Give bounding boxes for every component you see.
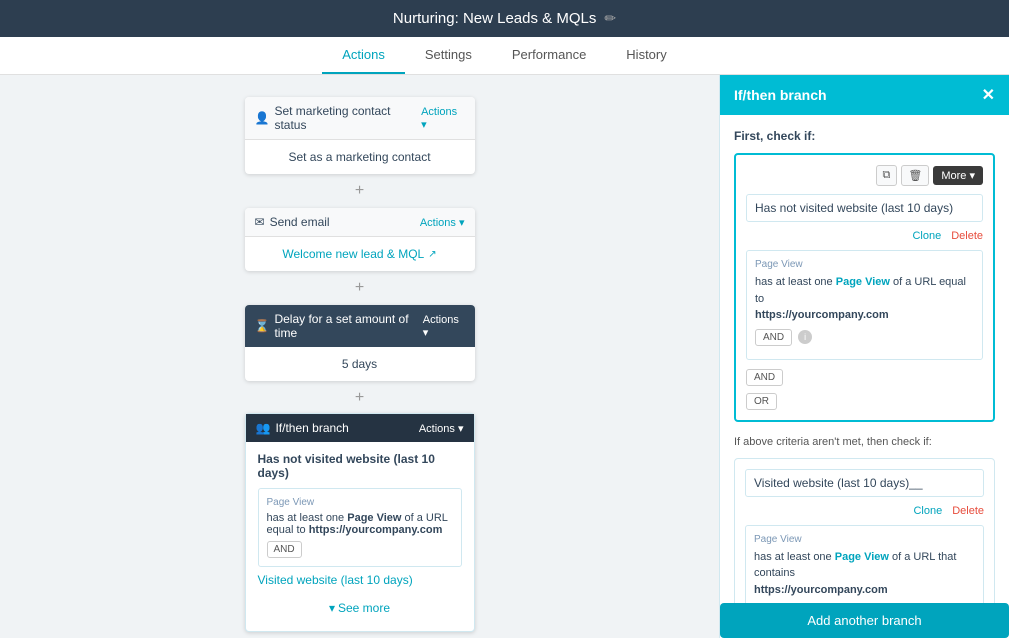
node-delay-body: 5 days xyxy=(245,347,475,381)
branch1-name-input[interactable] xyxy=(746,194,983,222)
branch1-clone-link[interactable]: Clone xyxy=(912,230,941,242)
tab-actions[interactable]: Actions xyxy=(322,37,405,74)
branch1-criteria-text: has at least one Page View of a URL equa… xyxy=(267,512,453,536)
branch2-panel-url: https://yourcompany.com xyxy=(754,584,888,596)
branch1-delete-link[interactable]: Delete xyxy=(951,230,983,242)
node-set-marketing: 👤 Set marketing contact status Actions ▾… xyxy=(245,97,475,174)
app-header: Nurturing: New Leads & MQLs ✏ xyxy=(0,0,1009,37)
node-delay: ⌛ Delay for a set amount of time Actions… xyxy=(245,305,475,381)
second-check-label: If above criteria aren't met, then check… xyxy=(734,436,995,448)
branch1-panel-card: ⧉ 🗑 More ▾ Clone Delete Page View has at… xyxy=(734,153,995,422)
main-layout: 👤 Set marketing contact status Actions ▾… xyxy=(0,75,1009,638)
branch1-and-row: AND i xyxy=(755,329,974,346)
node-set-marketing-body: Set as a marketing contact xyxy=(245,140,475,174)
branch1-url-strong: https://yourcompany.com xyxy=(309,524,443,536)
branch1-criteria-box: Page View has at least one Page View of … xyxy=(258,488,462,567)
node-ifthen-label: If/then branch xyxy=(275,421,348,435)
branch2-clone-delete: Clone Delete xyxy=(745,505,984,517)
branch1-panel-pageview-link[interactable]: Page View xyxy=(836,276,890,288)
branch2-panel-criteria-text: has at least one Page View of a URL that… xyxy=(754,549,975,599)
branch1-panel-url: https://yourcompany.com xyxy=(755,309,889,321)
email-icon: ✉ xyxy=(255,215,265,229)
external-link-icon: ↗ xyxy=(428,249,436,260)
tab-performance[interactable]: Performance xyxy=(492,37,606,74)
branch1-clone-delete: Clone Delete xyxy=(746,230,983,242)
node-send-email: ✉ Send email Actions ▾ Welcome new lead … xyxy=(245,208,475,271)
node-delay-wrapper: ⌛ Delay for a set amount of time Actions… xyxy=(245,303,475,413)
node-delay-actions[interactable]: Actions ▾ xyxy=(423,314,465,339)
node-set-marketing-actions[interactable]: Actions ▾ xyxy=(421,106,464,131)
tab-bar: Actions Settings Performance History xyxy=(0,37,1009,75)
branch1-criteria-label: Page View xyxy=(267,497,453,508)
branch1-or-btn[interactable]: OR xyxy=(746,393,777,410)
right-panel: If/then branch ✕ First, check if: ⧉ 🗑 Mo… xyxy=(719,75,1009,638)
node-delay-header: ⌛ Delay for a set amount of time Actions… xyxy=(245,305,475,347)
branch2-panel-pageview-link[interactable]: Page View xyxy=(835,551,889,563)
node-send-email-wrapper: ✉ Send email Actions ▾ Welcome new lead … xyxy=(245,206,475,303)
hourglass-icon: ⌛ xyxy=(255,319,270,333)
branch1-copy-button[interactable]: ⧉ xyxy=(876,165,898,186)
node-send-email-header: ✉ Send email Actions ▾ xyxy=(245,208,475,237)
panel-header: If/then branch ✕ xyxy=(720,75,1009,115)
plus-connector-1[interactable]: + xyxy=(350,176,370,206)
branch2-delete-link[interactable]: Delete xyxy=(952,505,984,517)
node-ifthen-actions[interactable]: Actions ▾ xyxy=(419,422,464,435)
branch1-add-and-btn[interactable]: AND xyxy=(746,369,783,386)
node-send-email-body: Welcome new lead & MQL ↗ xyxy=(245,237,475,271)
panel-body: First, check if: ⧉ 🗑 More ▾ Clone Delete… xyxy=(720,115,1009,603)
tab-settings[interactable]: Settings xyxy=(405,37,492,74)
first-check-label: First, check if: xyxy=(734,129,995,143)
person-icon: 👤 xyxy=(255,111,270,125)
branch2-panel-criteria-label: Page View xyxy=(754,534,975,545)
plus-connector-3[interactable]: + xyxy=(350,383,370,413)
branch1-delete-button[interactable]: 🗑 xyxy=(901,165,929,186)
branch2-criteria-card: Page View has at least one Page View of … xyxy=(745,525,984,604)
branch2-name-input[interactable] xyxy=(745,469,984,497)
branch1-info-icon[interactable]: i xyxy=(798,330,812,344)
branch1-panel-criteria-text: has at least one Page View of a URL equa… xyxy=(755,274,974,324)
node-set-marketing-header: 👤 Set marketing contact status Actions ▾ xyxy=(245,97,475,140)
node-set-marketing-label: Set marketing contact status xyxy=(274,104,421,132)
branch1-and-btn[interactable]: AND xyxy=(267,541,302,558)
branch1-criteria-card: Page View has at least one Page View of … xyxy=(746,250,983,360)
branch1-pageview-strong: Page View xyxy=(347,512,401,524)
node-ifthen-wrapper: 👥 If/then branch Actions ▾ Has not visit… xyxy=(245,413,475,632)
node-delay-label: Delay for a set amount of time xyxy=(274,312,422,340)
branch1-panel-criteria-label: Page View xyxy=(755,259,974,270)
edit-icon[interactable]: ✏ xyxy=(604,10,616,27)
node-ifthen-content: Has not visited website (last 10 days) P… xyxy=(246,442,474,631)
node-send-email-label: Send email xyxy=(270,215,330,229)
branch2-clone-link[interactable]: Clone xyxy=(913,505,942,517)
branch2-panel-card: Clone Delete Page View has at least one … xyxy=(734,458,995,604)
branch2-title: Visited website (last 10 days) xyxy=(258,573,462,587)
node-send-email-actions[interactable]: Actions ▾ xyxy=(420,216,465,229)
add-branch-button[interactable]: Add another branch xyxy=(720,603,1009,638)
node-ifthen-header: 👥 If/then branch Actions ▾ xyxy=(246,414,474,442)
panel-title: If/then branch xyxy=(734,87,827,103)
branch1-more-button[interactable]: More ▾ xyxy=(933,166,983,185)
panel-close-button[interactable]: ✕ xyxy=(982,85,995,105)
chevron-down-icon: ▾ xyxy=(329,601,335,615)
node-set-marketing-wrapper: 👤 Set marketing contact status Actions ▾… xyxy=(245,95,475,206)
workflow-title: Nurturing: New Leads & MQLs xyxy=(393,10,596,27)
see-more-btn[interactable]: ▾ See more xyxy=(258,595,462,621)
workflow-canvas: 👤 Set marketing contact status Actions ▾… xyxy=(0,75,719,638)
branch1-and-tag[interactable]: AND xyxy=(755,329,792,346)
email-template-link[interactable]: Welcome new lead & MQL ↗ xyxy=(257,247,463,261)
tab-history[interactable]: History xyxy=(606,37,686,74)
branch1-tools: ⧉ 🗑 More ▾ xyxy=(746,165,983,186)
branch-icon: 👥 xyxy=(256,421,271,435)
branch1-title: Has not visited website (last 10 days) xyxy=(258,452,462,480)
node-ifthen: 👥 If/then branch Actions ▾ Has not visit… xyxy=(245,413,475,632)
plus-connector-2[interactable]: + xyxy=(350,273,370,303)
